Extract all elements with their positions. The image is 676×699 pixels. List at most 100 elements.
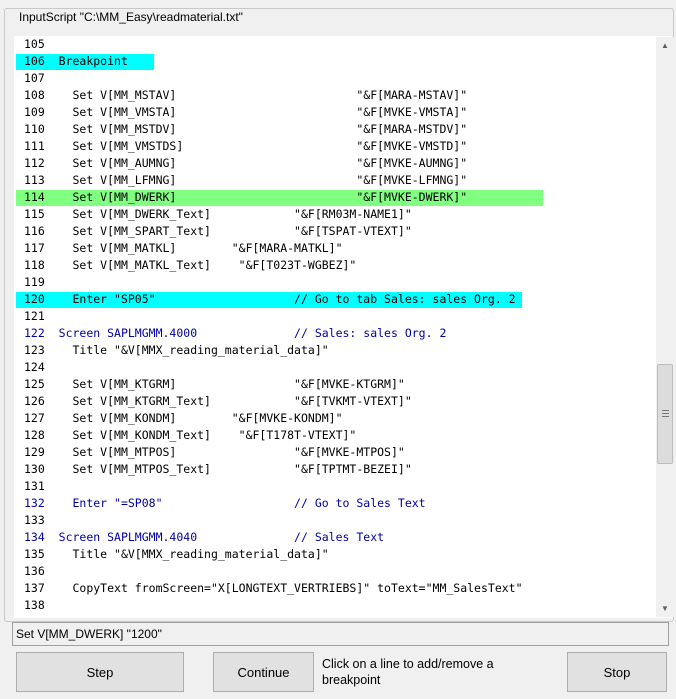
line-number: 113 — [24, 173, 45, 187]
line-number: 114 — [24, 190, 45, 204]
code-line[interactable]: 107 — [14, 70, 654, 87]
code-line[interactable]: 129 Set V[MM_MTPOS] "&F[MVKE-MTPOS]" — [14, 444, 654, 461]
code-line[interactable]: 111 Set V[MM_VMSTDS] "&F[MVKE-VMSTD]" — [14, 138, 654, 155]
line-number: 124 — [24, 360, 45, 374]
continue-button[interactable]: Continue — [213, 652, 314, 692]
line-number: 119 — [24, 275, 45, 289]
code-line-text: 121 — [14, 309, 59, 323]
code-line[interactable]: 132 Enter "=SP08" // Go to Sales Text — [14, 495, 654, 512]
code-line[interactable]: 133 — [14, 512, 654, 529]
code-line[interactable]: 118 Set V[MM_MATKL_Text] "&F[T023T-WGBEZ… — [14, 257, 654, 274]
code-line[interactable]: 124 — [14, 359, 654, 376]
code-line[interactable]: 122 Screen SAPLMGMM.4000 // Sales: sales… — [14, 325, 654, 342]
scroll-up-icon[interactable]: ▲ — [656, 37, 674, 54]
code-text: Title "&V[MMX_reading_material_data]" — [58, 547, 329, 561]
code-line[interactable]: 135 Title "&V[MMX_reading_material_data]… — [14, 546, 654, 563]
code-line[interactable]: 128 Set V[MM_KONDM_Text] "&F[T178T-VTEXT… — [14, 427, 654, 444]
line-number: 134 — [24, 530, 45, 544]
line-number: 136 — [24, 564, 45, 578]
code-line[interactable]: 134 Screen SAPLMGMM.4040 // Sales Text — [14, 529, 654, 546]
code-line-text: 133 — [14, 513, 59, 527]
code-line[interactable]: 136 — [14, 563, 654, 580]
code-line-text: 112 Set V[MM_AUMNG] "&F[MVKE-AUMNG]" — [14, 156, 467, 170]
code-line[interactable]: 125 Set V[MM_KTGRM] "&F[MVKE-KTGRM]" — [14, 376, 654, 393]
line-number: 138 — [24, 598, 45, 612]
code-text: Enter "=SP08" // Go to Sales Text — [58, 496, 426, 510]
line-number: 131 — [24, 479, 45, 493]
code-text: Set V[MM_MTPOS] "&F[MVKE-MTPOS]" — [58, 445, 405, 459]
code-line-text: 138 — [14, 598, 59, 612]
line-number: 116 — [24, 224, 45, 238]
step-button[interactable]: Step — [16, 652, 184, 692]
code-line-text: 105 — [14, 37, 59, 51]
code-line[interactable]: 106 Breakpoint — [14, 53, 654, 70]
code-line[interactable]: 114 Set V[MM_DWERK] "&F[MVKE-DWERK]" — [14, 189, 654, 206]
code-line[interactable]: 123 Title "&V[MMX_reading_material_data]… — [14, 342, 654, 359]
code-text: Enter "SP05" // Go to tab Sales: sales O… — [58, 292, 516, 306]
code-text: Set V[MM_SPART_Text] "&F[TSPAT-VTEXT]" — [58, 224, 412, 238]
code-line[interactable]: 109 Set V[MM_VMSTA] "&F[MVKE-VMSTA]" — [14, 104, 654, 121]
script-code-area[interactable]: 105 106 Breakpoint 107 108 Set V[MM_MSTAV… — [14, 36, 672, 618]
stop-button[interactable]: Stop — [567, 652, 667, 692]
code-line-text: 117 Set V[MM_MATKL] "&F[MARA-MATKL]" — [14, 241, 343, 255]
code-line[interactable]: 116 Set V[MM_SPART_Text] "&F[TSPAT-VTEXT… — [14, 223, 654, 240]
line-number: 127 — [24, 411, 45, 425]
line-number: 107 — [24, 71, 45, 85]
code-line[interactable]: 127 Set V[MM_KONDM] "&F[MVKE-KONDM]" — [14, 410, 654, 427]
line-number: 123 — [24, 343, 45, 357]
code-line-text: 125 Set V[MM_KTGRM] "&F[MVKE-KTGRM]" — [14, 377, 405, 391]
code-line-text: 113 Set V[MM_LFMNG] "&F[MVKE-LFMNG]" — [14, 173, 467, 187]
code-text: Set V[MM_MTPOS_Text] "&F[TPTMT-BEZEI]" — [58, 462, 412, 476]
grip-icon — [661, 409, 669, 419]
code-line-text: 115 Set V[MM_DWERK_Text] "&F[RM03M-NAME1… — [14, 207, 412, 221]
code-line-text: 123 Title "&V[MMX_reading_material_data]… — [14, 343, 329, 357]
code-line[interactable]: 138 — [14, 597, 654, 614]
code-line-text: 109 Set V[MM_VMSTA] "&F[MVKE-VMSTA]" — [14, 105, 467, 119]
code-text: Set V[MM_MATKL] "&F[MARA-MATKL]" — [58, 241, 343, 255]
code-line[interactable]: 130 Set V[MM_MTPOS_Text] "&F[TPTMT-BEZEI… — [14, 461, 654, 478]
code-line-text: 129 Set V[MM_MTPOS] "&F[MVKE-MTPOS]" — [14, 445, 405, 459]
code-line[interactable]: 121 — [14, 308, 654, 325]
code-line-text: 118 Set V[MM_MATKL_Text] "&F[T023T-WGBEZ… — [14, 258, 356, 272]
code-line[interactable]: 108 Set V[MM_MSTAV] "&F[MARA-MSTAV]" — [14, 87, 654, 104]
code-line[interactable]: 119 — [14, 274, 654, 291]
code-line[interactable]: 110 Set V[MM_MSTDV] "&F[MARA-MSTDV]" — [14, 121, 654, 138]
code-line-text: 137 CopyText fromScreen="X[LONGTEXT_VERT… — [14, 581, 523, 595]
code-line-text: 132 Enter "=SP08" // Go to Sales Text — [14, 496, 426, 510]
code-line[interactable]: 105 — [14, 36, 654, 53]
code-text: Set V[MM_AUMNG] "&F[MVKE-AUMNG]" — [58, 156, 468, 170]
line-number: 137 — [24, 581, 45, 595]
code-line-text: 107 — [14, 71, 59, 85]
code-line-text: 131 — [14, 479, 59, 493]
code-line[interactable]: 131 — [14, 478, 654, 495]
scroll-thumb[interactable] — [657, 364, 673, 464]
code-text: Set V[MM_MATKL_Text] "&F[T023T-WGBEZ]" — [58, 258, 357, 272]
line-number: 115 — [24, 207, 45, 221]
line-number: 106 — [24, 54, 45, 68]
status-line: Set V[MM_DWERK] "1200" — [12, 622, 669, 646]
code-line-text: 116 Set V[MM_SPART_Text] "&F[TSPAT-VTEXT… — [14, 224, 412, 238]
code-text: Set V[MM_VMSTDS] "&F[MVKE-VMSTD]" — [58, 139, 468, 153]
line-number: 125 — [24, 377, 45, 391]
code-line[interactable]: 113 Set V[MM_LFMNG] "&F[MVKE-LFMNG]" — [14, 172, 654, 189]
code-line-text: 120 Enter "SP05" // Go to tab Sales: sal… — [14, 292, 516, 306]
line-number: 130 — [24, 462, 45, 476]
code-line-text: 127 Set V[MM_KONDM] "&F[MVKE-KONDM]" — [14, 411, 343, 425]
code-line[interactable]: 120 Enter "SP05" // Go to tab Sales: sal… — [14, 291, 654, 308]
code-line[interactable]: 126 Set V[MM_KTGRM_Text] "&F[TVKMT-VTEXT… — [14, 393, 654, 410]
scroll-down-icon[interactable]: ▼ — [656, 600, 674, 617]
code-text: Set V[MM_KONDM] "&F[MVKE-KONDM]" — [58, 411, 343, 425]
line-number: 121 — [24, 309, 45, 323]
code-text: Set V[MM_MSTDV] "&F[MARA-MSTDV]" — [58, 122, 468, 136]
vertical-scrollbar[interactable]: ▲ ▼ — [656, 37, 674, 617]
code-line[interactable]: 117 Set V[MM_MATKL] "&F[MARA-MATKL]" — [14, 240, 654, 257]
code-line[interactable]: 115 Set V[MM_DWERK_Text] "&F[RM03M-NAME1… — [14, 206, 654, 223]
code-line-text: 126 Set V[MM_KTGRM_Text] "&F[TVKMT-VTEXT… — [14, 394, 412, 408]
code-line[interactable]: 137 CopyText fromScreen="X[LONGTEXT_VERT… — [14, 580, 654, 597]
code-text: Set V[MM_KTGRM] "&F[MVKE-KTGRM]" — [58, 377, 405, 391]
code-line-text: 110 Set V[MM_MSTDV] "&F[MARA-MSTDV]" — [14, 122, 467, 136]
line-number: 118 — [24, 258, 45, 272]
code-lines: 105 106 Breakpoint 107 108 Set V[MM_MSTAV… — [14, 36, 654, 614]
code-text: Set V[MM_KONDM_Text] "&F[T178T-VTEXT]" — [58, 428, 357, 442]
code-line[interactable]: 112 Set V[MM_AUMNG] "&F[MVKE-AUMNG]" — [14, 155, 654, 172]
